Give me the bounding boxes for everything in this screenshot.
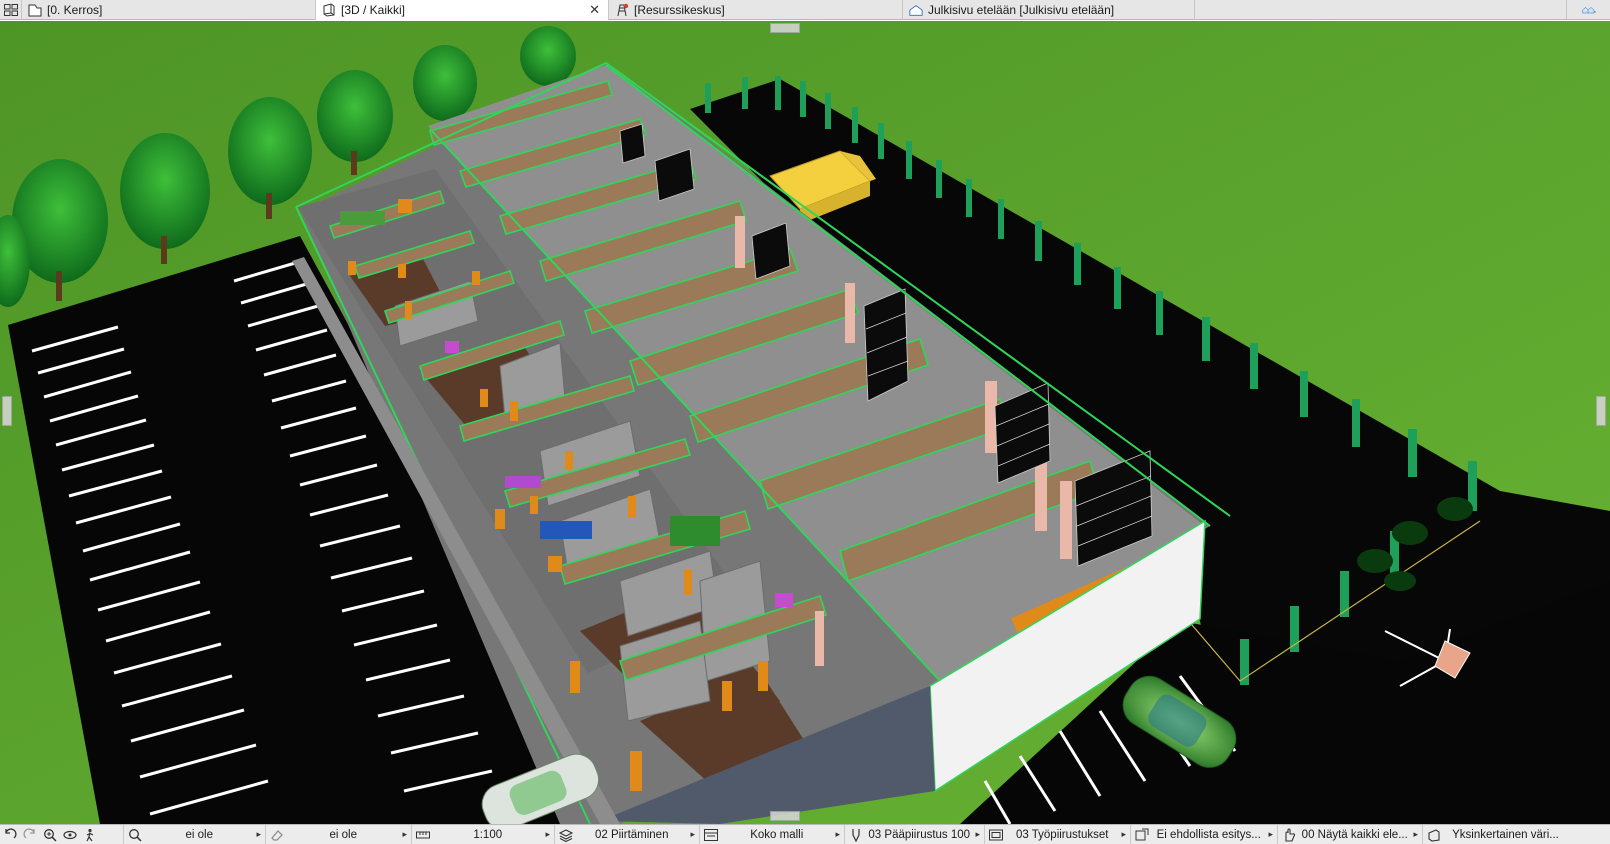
layer-combo-2[interactable]: ei ole ▸: [266, 824, 412, 844]
chevron-right-icon: ▸: [402, 829, 407, 839]
chevron-right-icon: ▸: [1121, 829, 1126, 839]
pen-nib-icon: [849, 828, 863, 842]
right-edge-handle[interactable]: [1596, 396, 1606, 426]
chevron-right-icon: ▸: [975, 829, 980, 839]
zoom-icon[interactable]: [43, 828, 57, 842]
eraser-icon: [270, 828, 284, 842]
bottom-edge-handle[interactable]: [770, 811, 800, 821]
chevron-right-icon: ▸: [1413, 829, 1418, 839]
tab-resource-center[interactable]: [Resurssikeskus]: [609, 0, 903, 20]
graphic-override-value: Yksinkertainen väri...: [1452, 828, 1559, 841]
model-view-icon: [704, 828, 718, 842]
dimension-standard-value: 03 Pääpiirustus 100: [868, 828, 971, 841]
graphic-override-selector[interactable]: Yksinkertainen väri...: [1423, 825, 1570, 844]
navigator-button[interactable]: [1566, 0, 1610, 19]
orbit-icon[interactable]: [63, 828, 77, 842]
renovation-icon: [1135, 828, 1149, 842]
graphic-override-icon: [1427, 828, 1441, 842]
elevation-icon: [909, 3, 923, 17]
resource-center-icon: [615, 3, 629, 17]
tab-floor-plan[interactable]: [0. Kerros]: [22, 0, 316, 20]
status-bar: ei ole ▸ ei ole ▸ 1:100 ▸ 02 Piirtäminen…: [0, 824, 1610, 844]
zoom-fit-icon: [128, 828, 142, 842]
undo-icon[interactable]: [3, 827, 17, 842]
3d-view-icon: [322, 3, 336, 17]
layer-combination-icon: [989, 828, 1003, 842]
close-icon[interactable]: ✕: [589, 2, 600, 18]
layer-set-selector[interactable]: 03 Työpiirustukset ▸: [985, 824, 1131, 844]
chevron-right-icon: ▸: [256, 829, 261, 839]
renovation-filter-value: Ei ehdollista esitys...: [1156, 828, 1261, 841]
tab-bar-spacer: [1195, 0, 1566, 19]
ruler-icon: [416, 828, 430, 842]
scale-value: 1:100: [473, 828, 503, 841]
tab-overview-button[interactable]: [0, 0, 22, 20]
walk-icon[interactable]: [83, 828, 97, 842]
layers-icon: [559, 828, 573, 842]
chevron-right-icon: ▸: [690, 829, 695, 839]
tab-label: [Resurssikeskus]: [634, 3, 725, 17]
tab-label: [0. Kerros]: [47, 3, 103, 17]
tab-elevation[interactable]: Julkisivu etelään [Julkisivu etelään]: [903, 0, 1195, 20]
layer-combo-1[interactable]: ei ole ▸: [124, 824, 266, 844]
model-view-selector[interactable]: Koko malli ▸: [700, 824, 845, 844]
floor-plan-icon: [28, 3, 42, 17]
redo-icon[interactable]: [23, 827, 37, 842]
view-tab-bar: [0. Kerros] [3D / Kaikki] ✕ [Resurssikes…: [0, 0, 1610, 20]
pen-set-value: 02 Piirtäminen: [594, 828, 669, 841]
3d-viewport[interactable]: [0, 21, 1610, 824]
dimension-standard-selector[interactable]: 03 Pääpiirustus 100 ▸: [845, 824, 985, 844]
element-filter-selector[interactable]: 00 Näytä kaikki ele... ▸: [1278, 824, 1423, 844]
chevron-right-icon: ▸: [1268, 829, 1273, 839]
pen-set-selector[interactable]: 02 Piirtäminen ▸: [555, 824, 700, 844]
layer-combo-2-value: ei ole: [329, 828, 357, 841]
tab-3d-view[interactable]: [3D / Kaikki] ✕: [316, 0, 609, 20]
3d-scene: [0, 21, 1610, 824]
renovation-filter-selector[interactable]: Ei ehdollista esitys... ▸: [1131, 824, 1278, 844]
tab-label: Julkisivu etelään [Julkisivu etelään]: [928, 3, 1115, 17]
layer-set-value: 03 Työpiirustukset: [1015, 828, 1109, 841]
tab-label: [3D / Kaikki]: [341, 3, 406, 17]
chevron-right-icon: ▸: [545, 829, 550, 839]
model-view-value: Koko malli: [750, 828, 804, 841]
grid-icon: [3, 3, 18, 17]
chevron-right-icon: ▸: [835, 829, 840, 839]
element-filter-value: 00 Näytä kaikki ele...: [1301, 828, 1408, 841]
left-edge-handle[interactable]: [2, 396, 12, 426]
scale-selector[interactable]: 1:100 ▸: [412, 824, 555, 844]
hand-icon: [1282, 827, 1296, 842]
top-edge-handle[interactable]: [770, 23, 800, 33]
house-views-icon: [1581, 3, 1596, 17]
navigation-tools: [0, 824, 124, 844]
layer-combo-1-value: ei ole: [185, 828, 213, 841]
